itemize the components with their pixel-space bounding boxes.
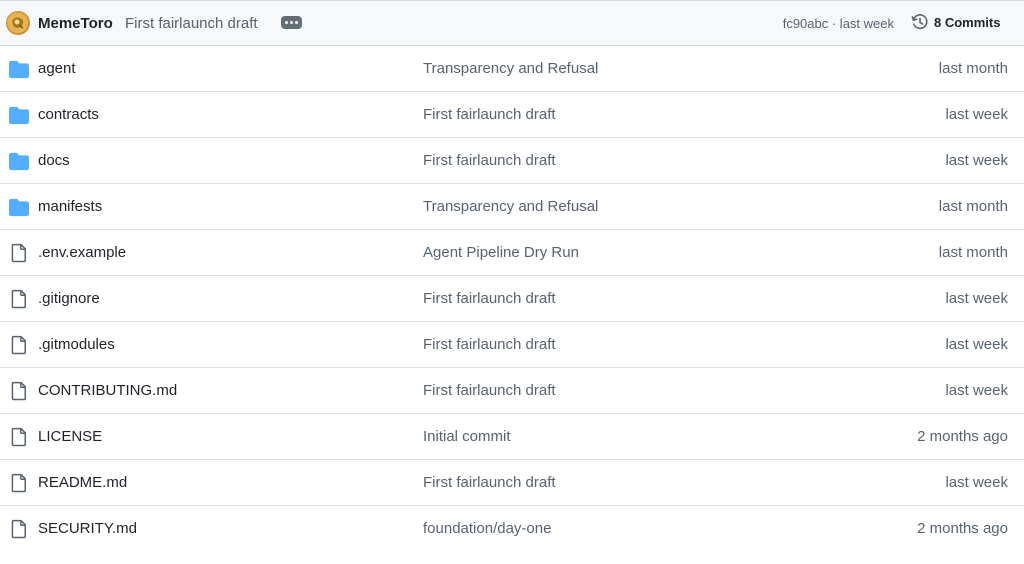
file-commit-date: last week	[945, 152, 1008, 169]
author-avatar[interactable]	[6, 11, 30, 35]
file-table: MemeToro First fairlaunch draft fc90abc …	[0, 0, 1024, 564]
file-name-link[interactable]: docs	[38, 152, 70, 169]
kebab-horizontal-icon[interactable]	[281, 16, 302, 29]
commits-count-label: 8 Commits	[934, 14, 1001, 30]
file-icon	[9, 289, 29, 309]
folder-icon	[9, 197, 29, 217]
commit-hash-and-date[interactable]: fc90abc · last week	[783, 16, 894, 31]
file-name-link[interactable]: SECURITY.md	[38, 520, 137, 537]
file-icon	[9, 473, 29, 493]
file-commit-message-link[interactable]: Transparency and Refusal	[423, 198, 598, 215]
file-commit-date: last week	[945, 382, 1008, 399]
file-name-link[interactable]: LICENSE	[38, 428, 102, 445]
file-row[interactable]: LICENSE Initial commit 2 months ago	[0, 414, 1024, 460]
file-name-link[interactable]: .gitignore	[38, 290, 100, 307]
file-commit-date: last week	[945, 336, 1008, 353]
file-row[interactable]: docs First fairlaunch draft last week	[0, 138, 1024, 184]
file-commit-date: last week	[945, 290, 1008, 307]
file-commit-message-link[interactable]: First fairlaunch draft	[423, 152, 556, 169]
file-name-link[interactable]: .gitmodules	[38, 336, 115, 353]
file-commit-date: 2 months ago	[917, 520, 1008, 537]
file-icon	[9, 335, 29, 355]
file-icon	[9, 381, 29, 401]
file-row[interactable]: SECURITY.md foundation/day-one 2 months ag…	[0, 506, 1024, 552]
file-row[interactable]: CONTRIBUTING.md First fairlaunch draft las…	[0, 368, 1024, 414]
file-commit-date: 2 months ago	[917, 428, 1008, 445]
file-commit-date: last month	[938, 244, 1008, 261]
file-commit-message-link[interactable]: First fairlaunch draft	[423, 290, 556, 307]
file-commit-message-link[interactable]: Initial commit	[423, 428, 511, 445]
file-name-link[interactable]: README.md	[38, 474, 127, 491]
file-row[interactable]: .env.example Agent Pipeline Dry Run last m…	[0, 230, 1024, 276]
file-icon	[9, 519, 29, 539]
folder-icon	[9, 59, 29, 79]
file-icon	[9, 243, 29, 263]
file-commit-message-link[interactable]: First fairlaunch draft	[423, 474, 556, 491]
file-name-link[interactable]: .env.example	[38, 244, 126, 261]
commit-author[interactable]: MemeToro	[38, 15, 113, 32]
file-list: agent Transparency and Refusal last month c…	[0, 46, 1024, 552]
file-row[interactable]: contracts First fairlaunch draft last week	[0, 92, 1024, 138]
file-row[interactable]: .gitmodules First fairlaunch draft last we…	[0, 322, 1024, 368]
folder-icon	[9, 105, 29, 125]
file-commit-message-link[interactable]: First fairlaunch draft	[423, 336, 556, 353]
file-commit-date: last week	[945, 106, 1008, 123]
file-row[interactable]: agent Transparency and Refusal last month	[0, 46, 1024, 92]
commits-history-button[interactable]: 8 Commits	[911, 13, 1000, 31]
file-row[interactable]: .gitignore First fairlaunch draft last wee…	[0, 276, 1024, 322]
file-name-link[interactable]: manifests	[38, 198, 102, 215]
file-commit-date: last month	[938, 198, 1008, 215]
latest-commit-message[interactable]: First fairlaunch draft	[125, 15, 258, 32]
file-commit-date: last week	[945, 474, 1008, 491]
latest-commit-header: MemeToro First fairlaunch draft fc90abc …	[0, 1, 1024, 46]
file-name-link[interactable]: agent	[38, 60, 76, 77]
file-commit-message-link[interactable]: Transparency and Refusal	[423, 60, 598, 77]
history-icon	[911, 13, 929, 31]
file-commit-message-link[interactable]: foundation/day-one	[423, 520, 551, 537]
file-row[interactable]: README.md First fairlaunch draft last week	[0, 460, 1024, 506]
file-commit-date: last month	[938, 60, 1008, 77]
file-commit-message-link[interactable]: Agent Pipeline Dry Run	[423, 244, 579, 261]
folder-icon	[9, 151, 29, 171]
file-commit-message-link[interactable]: First fairlaunch draft	[423, 382, 556, 399]
file-row[interactable]: manifests Transparency and Refusal last mo…	[0, 184, 1024, 230]
file-name-link[interactable]: contracts	[38, 106, 99, 123]
file-icon	[9, 427, 29, 447]
file-commit-message-link[interactable]: First fairlaunch draft	[423, 106, 556, 123]
file-name-link[interactable]: CONTRIBUTING.md	[38, 382, 177, 399]
